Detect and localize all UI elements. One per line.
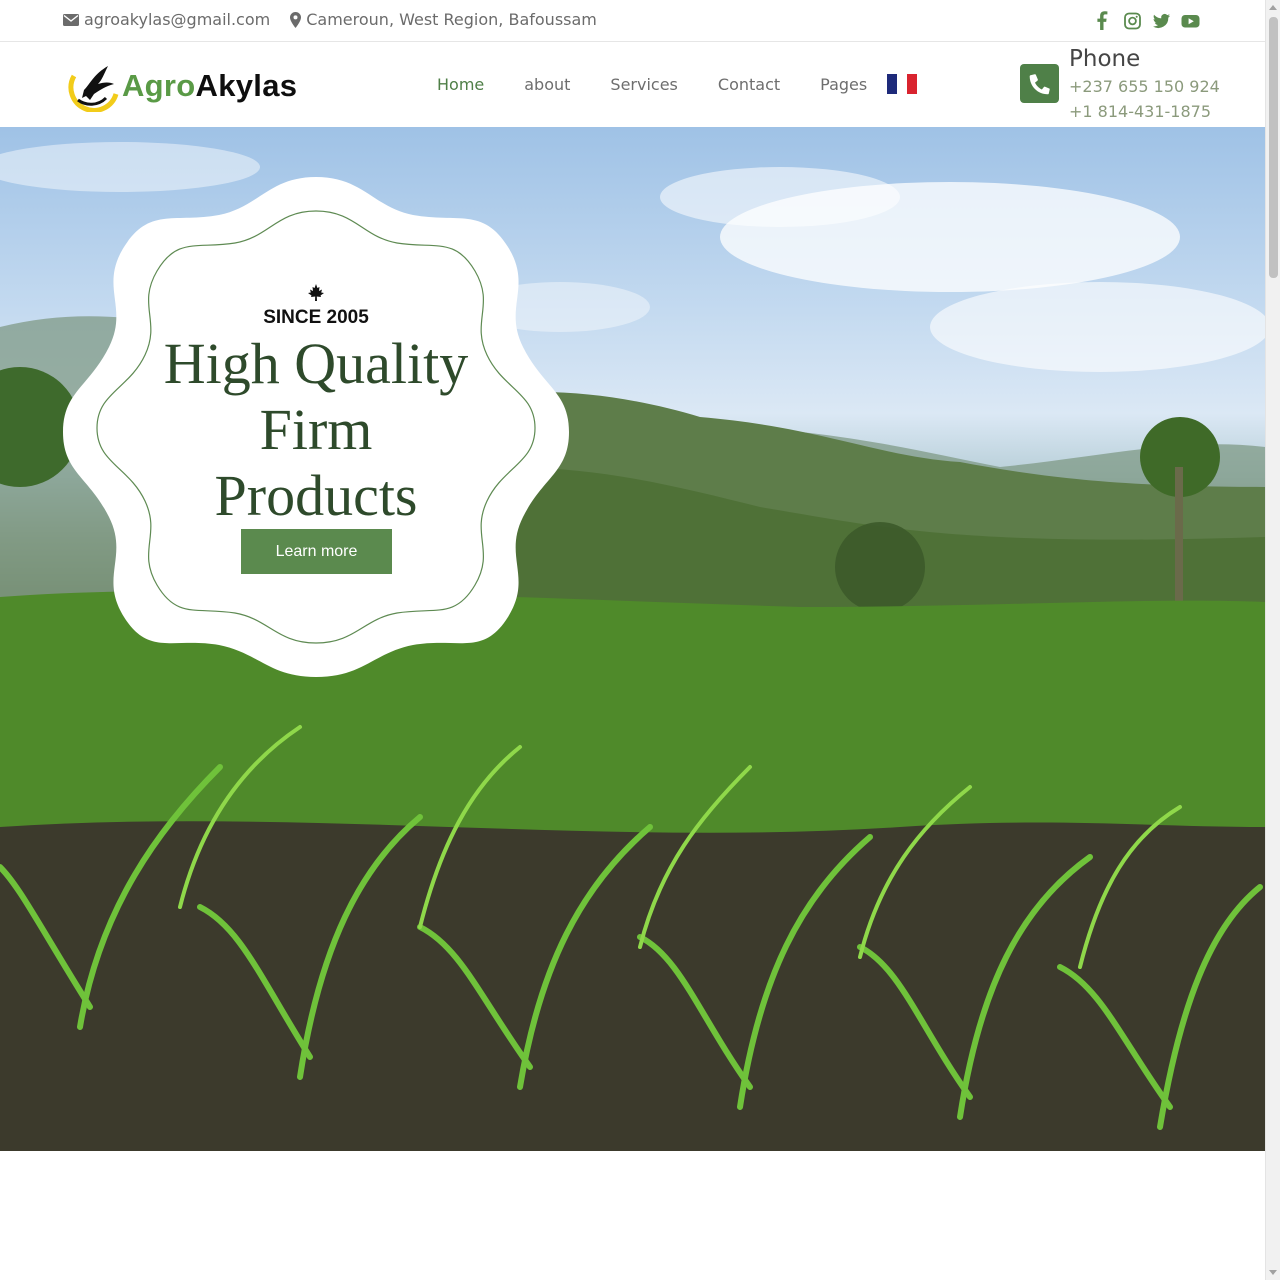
email-item[interactable]: agroakylas@gmail.com [63,10,270,29]
youtube-icon[interactable] [1180,11,1201,31]
learn-more-button[interactable]: Learn more [241,529,392,574]
phone-number-us[interactable]: +1 814-431-1875 [1069,99,1220,124]
main-menu: Home about Services Contact Pages [437,74,918,94]
twitter-icon[interactable] [1151,11,1172,31]
phone-button[interactable] [1020,64,1059,103]
nav-contact[interactable]: Contact [718,75,780,94]
hero-title-line: Products [214,463,418,528]
hero-title-line: High Quality [163,331,469,396]
maple-leaf-icon [308,284,324,301]
scroll-up-arrow-icon[interactable] [1269,5,1277,10]
nav-services[interactable]: Services [610,75,677,94]
main-navbar: AgroAkylas Home about Services Contact P… [0,42,1265,127]
address-item: Cameroun, West Region, Bafoussam [290,10,597,29]
brand-name: AgroAkylas [122,68,298,103]
hero-banner: SINCE 2005 High Quality Firm Products Le… [0,127,1265,1151]
hero-title-line: Firm [259,397,373,462]
address-text: Cameroun, West Region, Bafoussam [306,10,597,29]
instagram-icon[interactable] [1122,11,1143,31]
top-bar: agroakylas@gmail.com Cameroun, West Regi… [0,0,1265,42]
nav-pages[interactable]: Pages [820,75,867,94]
scrollbar-thumb[interactable] [1269,17,1278,278]
phone-title: Phone [1069,46,1141,72]
map-marker-icon [290,11,302,28]
phone-icon [1029,73,1050,94]
phone-info: Phone +237 655 150 924 +1 814-431-1875 [1069,44,1220,124]
scroll-down-arrow-icon[interactable] [1269,1270,1277,1275]
envelope-icon [63,13,79,26]
contact-info: agroakylas@gmail.com Cameroun, West Regi… [63,10,617,29]
flag-fr-icon[interactable] [887,74,918,94]
social-links [1085,11,1201,31]
email-text: agroakylas@gmail.com [84,10,271,29]
nav-about[interactable]: about [524,75,570,94]
page-scrollbar[interactable] [1265,0,1280,1280]
since-label: SINCE 2005 [263,307,369,328]
hero-badge: SINCE 2005 High Quality Firm Products Le… [63,177,569,677]
brand-logo[interactable]: AgroAkylas [64,60,297,112]
hero-title: High Quality Firm Products [123,331,509,529]
nav-home[interactable]: Home [437,75,484,94]
eagle-logo-icon [68,66,119,112]
phone-number-cameroon[interactable]: +237 655 150 924 [1069,74,1220,99]
facebook-icon[interactable] [1093,11,1114,31]
